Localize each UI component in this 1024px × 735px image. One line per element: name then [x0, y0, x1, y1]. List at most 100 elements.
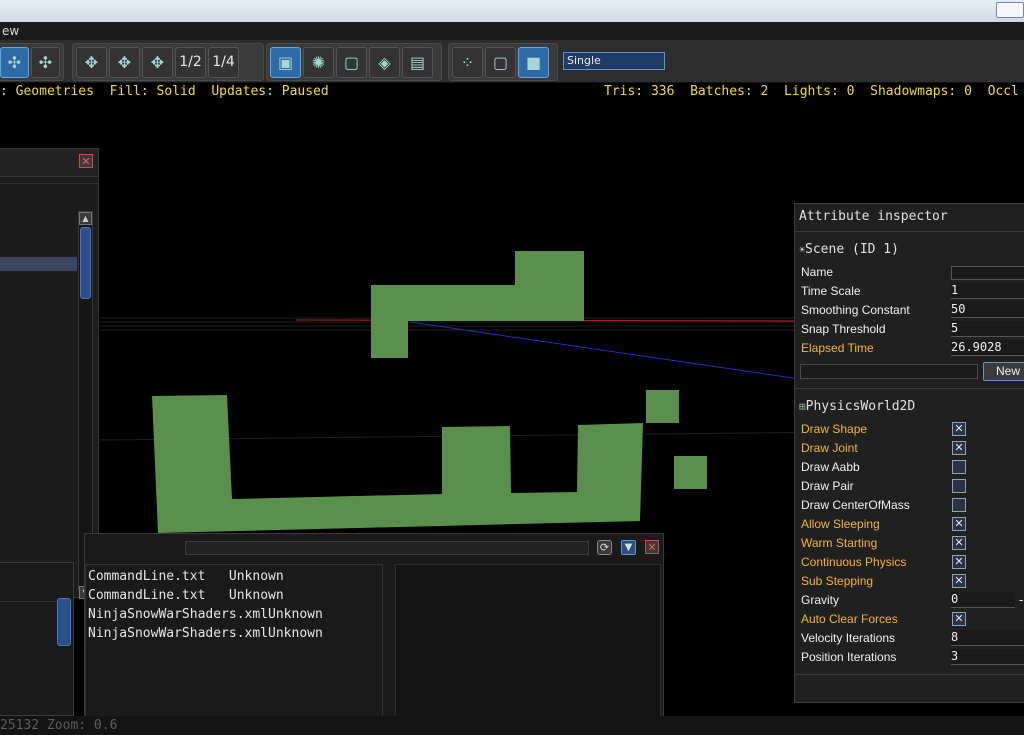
ground-shape: [152, 395, 643, 533]
attr-row-draw-joint: Draw Joint ✕: [801, 439, 1024, 457]
physics-world-icon: ⊞: [799, 400, 806, 413]
attr-label: Position Iterations: [801, 650, 897, 664]
new-component-button[interactable]: New: [983, 362, 1024, 381]
fill-wireframe-icon[interactable]: ▢: [485, 46, 516, 78]
translate-world-icon[interactable]: ✣: [31, 46, 60, 78]
snap-half-button[interactable]: 1/2: [175, 46, 206, 78]
terrain-geometry: [152, 251, 707, 533]
new-component-input[interactable]: [800, 364, 978, 379]
attr-label: Sub Stepping: [801, 574, 874, 588]
snap-quarter-button[interactable]: 1/4: [208, 46, 239, 78]
attr-row-velocity-iterations: Velocity Iterations 8: [801, 629, 1024, 647]
resource-name: NinjaSnowWarShaders.xml: [88, 607, 269, 622]
view-mode-dropdown[interactable]: Single: [563, 52, 665, 70]
draw-pair-checkbox[interactable]: [952, 479, 966, 493]
attr-label: Auto Clear Forces: [801, 612, 898, 626]
attr-label: Allow Sleeping: [801, 517, 880, 531]
resource-type: Unknown: [228, 588, 284, 603]
block-shape: [674, 456, 707, 489]
pick-rigidbodies-icon[interactable]: ◈: [369, 46, 400, 78]
snap-threshold-input[interactable]: 5: [951, 321, 1024, 337]
attr-row-warm-starting: Warm Starting ✕: [801, 534, 1024, 552]
resource-filter-input[interactable]: [185, 541, 589, 555]
attr-row-elapsed-time: Elapsed Time 26.9028: [801, 339, 1024, 357]
attr-label: Gravity: [801, 593, 840, 607]
time-scale-input[interactable]: 1: [951, 283, 1024, 299]
attr-label: Snap Threshold: [801, 322, 886, 336]
attr-row-allow-sleeping: Allow Sleeping ✕: [801, 515, 1024, 533]
continuous-physics-checkbox[interactable]: ✕: [952, 555, 966, 569]
pick-geometries-icon[interactable]: ▣: [270, 46, 301, 78]
position-iterations-input[interactable]: 3: [951, 649, 1024, 665]
resource-row[interactable]: CommandLine.txt Unknown: [88, 569, 284, 584]
warm-starting-checkbox[interactable]: ✕: [952, 536, 966, 550]
draw-joint-checkbox[interactable]: ✕: [952, 441, 966, 455]
scene-name-input[interactable]: [951, 266, 1024, 280]
draw-shape-checkbox[interactable]: ✕: [952, 422, 966, 436]
toolbar-group-mode: ✣ ✣: [0, 43, 64, 81]
attr-row-draw-aabb: Draw Aabb: [801, 458, 1024, 476]
updates-label: Updates: Paused: [211, 84, 329, 99]
close-icon[interactable]: ✕: [79, 154, 93, 168]
pick-zones-icon[interactable]: ▢: [336, 46, 367, 78]
divider: [795, 674, 1024, 675]
gizmo-scale-icon[interactable]: ✥: [142, 46, 173, 78]
gravity-x-input[interactable]: 0: [951, 592, 1015, 608]
resource-preview: [395, 564, 661, 724]
resource-row[interactable]: NinjaSnowWarShaders.xmlUnknown: [88, 626, 323, 641]
divider: [0, 183, 98, 184]
attr-row-continuous-physics: Continuous Physics ✕: [801, 553, 1024, 571]
resource-row[interactable]: CommandLine.txt Unknown: [88, 588, 284, 603]
allow-sleeping-checkbox[interactable]: ✕: [952, 517, 966, 531]
pick-lights-icon[interactable]: ✺: [303, 46, 334, 78]
divider: [795, 388, 1024, 389]
shadowmaps-label: Shadowmaps: 0: [870, 84, 972, 99]
attr-label: Elapsed Time: [801, 341, 874, 355]
toolbar-group-snap: ✥ ✥ ✥ 1/2 1/4: [72, 43, 264, 81]
menu-bar: ew: [0, 22, 1024, 40]
attr-label: Draw Aabb: [801, 460, 860, 474]
menu-item-view[interactable]: ew: [0, 24, 19, 38]
gizmo-move-icon[interactable]: ✥: [76, 46, 107, 78]
hierarchy-selected-row[interactable]: [0, 257, 77, 271]
fill-solid-icon[interactable]: ■: [518, 46, 549, 78]
divider: [795, 231, 1024, 232]
attr-label: Velocity Iterations: [801, 631, 896, 645]
draw-center-of-mass-checkbox[interactable]: [952, 498, 966, 512]
attr-row-name: Name: [801, 263, 1024, 281]
scroll-thumb[interactable]: [57, 598, 71, 646]
attr-label: Continuous Physics: [801, 555, 907, 569]
scroll-up-icon[interactable]: ▲: [79, 212, 92, 225]
smoothing-constant-input[interactable]: 50: [951, 302, 1024, 318]
filter-icon[interactable]: ▼: [621, 540, 636, 555]
scene-section-header: ☀Scene (ID 1): [799, 242, 899, 257]
velocity-iterations-input[interactable]: 8: [951, 630, 1024, 646]
auto-clear-forces-checkbox[interactable]: ✕: [952, 612, 966, 626]
block-shape: [371, 285, 517, 321]
gizmo-rotate-icon[interactable]: ✥: [109, 46, 140, 78]
fill-point-icon[interactable]: ⁘: [452, 46, 483, 78]
elapsed-time-input[interactable]: 26.9028: [951, 340, 1024, 356]
attr-row-smoothing: Smoothing Constant 50: [801, 301, 1024, 319]
translate-local-icon[interactable]: ✣: [0, 46, 29, 78]
resource-name: CommandLine.txt: [88, 569, 206, 584]
scroll-thumb[interactable]: [80, 227, 91, 299]
resource-name: NinjaSnowWarShaders.xml: [88, 626, 269, 641]
close-icon[interactable]: ✕: [645, 540, 659, 554]
resource-type: Unknown: [268, 626, 323, 641]
sub-stepping-checkbox[interactable]: ✕: [952, 574, 966, 588]
toolbar: ✣ ✣ ✥ ✥ ✥ 1/2 1/4 ▣ ✺ ▢ ◈ ▤ ⁘ ▢ ■: [0, 40, 1024, 83]
pick-ui-icon[interactable]: ▤: [402, 46, 433, 78]
attr-label: Draw CenterOfMass: [801, 498, 910, 512]
attr-row-position-iterations: Position Iterations 3: [801, 648, 1024, 666]
draw-aabb-checkbox[interactable]: [952, 460, 966, 474]
resource-row[interactable]: NinjaSnowWarShaders.xmlUnknown: [88, 607, 323, 622]
window-close-button[interactable]: [996, 2, 1024, 18]
status-bar: 25132 Zoom: 0.6: [0, 716, 1024, 735]
lights-label: Lights: 0: [784, 84, 855, 99]
attr-label: Name: [801, 265, 834, 279]
attribute-inspector-panel: Attribute inspector ☀Scene (ID 1) Name T…: [794, 203, 1024, 703]
stats-left: : Geometries Fill: Solid Updates: Paused: [0, 84, 329, 102]
gravity-separator: -: [1019, 593, 1024, 607]
refresh-icon[interactable]: ⟳: [597, 540, 612, 555]
